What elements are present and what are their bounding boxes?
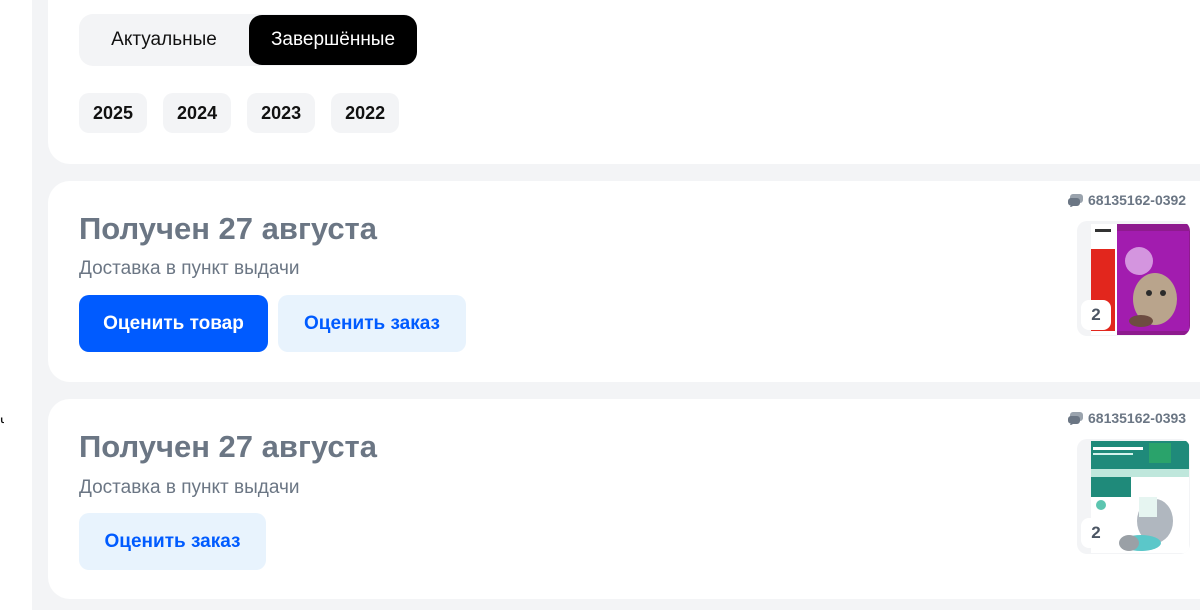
year-filter: 2025 2024 2023 2022 — [79, 93, 400, 133]
tab-current[interactable]: Актуальные — [79, 15, 249, 65]
delivery-method: Доставка в пункт выдачи — [79, 477, 300, 498]
order-number[interactable]: 68135162-0393 — [1068, 410, 1186, 426]
product-thumbnail[interactable]: 2 — [1077, 439, 1190, 554]
year-chip[interactable]: 2023 — [247, 93, 316, 133]
rate-order-button[interactable]: Оценить заказ — [278, 295, 466, 352]
quantity-badge: 2 — [1081, 300, 1111, 330]
tab-completed[interactable]: Завершённые — [249, 15, 417, 65]
delivery-method: Доставка в пункт выдачи — [79, 258, 300, 279]
cut-off-sidebar-text: ч — [0, 413, 4, 431]
product-thumbnail[interactable]: 2 — [1077, 221, 1190, 336]
year-chip[interactable]: 2022 — [331, 93, 400, 133]
chat-icon — [1068, 411, 1083, 425]
status-tabs: Актуальные Завершённые — [79, 14, 417, 66]
order-card: Получен 27 августа Доставка в пункт выда… — [48, 181, 1200, 382]
order-status-title: Получен 27 августа — [79, 429, 377, 464]
order-number[interactable]: 68135162-0392 — [1068, 192, 1186, 208]
order-card: Получен 27 августа Доставка в пункт выда… — [48, 399, 1200, 599]
order-status-title: Получен 27 августа — [79, 211, 377, 246]
quantity-badge: 2 — [1081, 518, 1111, 548]
year-chip[interactable]: 2025 — [79, 93, 148, 133]
order-number-text: 68135162-0393 — [1088, 410, 1187, 426]
year-chip[interactable]: 2024 — [163, 93, 232, 133]
chat-icon — [1068, 193, 1083, 207]
order-number-text: 68135162-0392 — [1088, 192, 1187, 208]
rate-order-button[interactable]: Оценить заказ — [79, 513, 266, 570]
rate-item-button[interactable]: Оценить товар — [79, 295, 268, 352]
